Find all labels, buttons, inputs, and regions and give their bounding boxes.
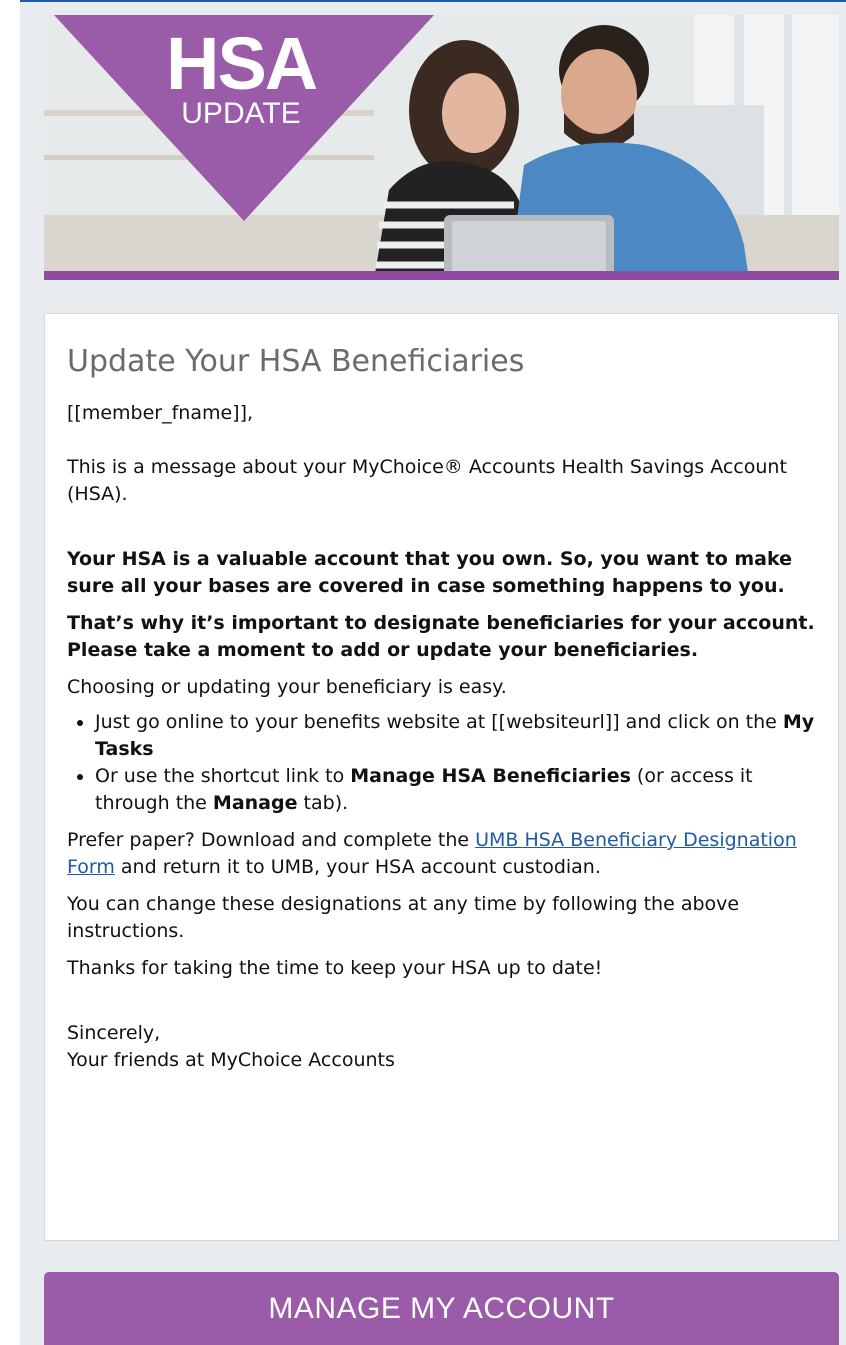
message-card: Update Your HSA Beneficiaries [[member_f… <box>44 313 839 1241</box>
intro-text: This is a message about your MyChoice® A… <box>67 456 787 505</box>
ownership-paragraph: Your HSA is a valuable account that you … <box>67 548 792 597</box>
list-item-text: tab). <box>297 792 349 814</box>
hsa-badge-title: HSA <box>166 22 318 105</box>
message-title: Update Your HSA Beneficiaries <box>67 344 525 379</box>
thanks-text: Thanks for taking the time to keep your … <box>67 957 603 979</box>
hero-accent-strip <box>44 271 839 280</box>
list-item-text: Or use the shortcut link to <box>95 765 351 787</box>
signoff-text: Sincerely, <box>67 1022 161 1044</box>
list-item: Or use the shortcut link to Manage HSA B… <box>95 763 819 817</box>
signature-text: Your friends at MyChoice Accounts <box>67 1049 395 1071</box>
beneficiary-paragraph: That’s why it’s important to designate b… <box>67 612 815 661</box>
easy-text: Choosing or updating your beneficiary is… <box>67 676 507 698</box>
greeting: [[member_fname]], <box>67 402 254 424</box>
manage-beneficiaries-label: Manage HSA Beneficiaries <box>350 765 631 787</box>
manage-my-account-button[interactable]: MANAGE MY ACCOUNT <box>44 1272 839 1345</box>
list-item: Just go online to your benefits website … <box>95 709 819 763</box>
paper-text: Prefer paper? Download and complete the <box>67 829 476 851</box>
change-text: You can change these designations at any… <box>67 893 740 942</box>
paper-text-end: and return it to UMB, your HSA account c… <box>114 856 601 878</box>
manage-tab-label: Manage <box>212 792 298 814</box>
instruction-list: Just go online to your benefits website … <box>67 709 819 817</box>
email-page: HSA UPDATE Update Your HSA Beneficiaries… <box>20 0 846 1345</box>
paper-paragraph: Prefer paper? Download and complete the … <box>67 827 819 881</box>
hero-banner: HSA UPDATE <box>44 15 839 280</box>
list-item-text: Just go online to your benefits website … <box>95 711 783 733</box>
hsa-badge-subtitle: UPDATE <box>181 97 301 130</box>
